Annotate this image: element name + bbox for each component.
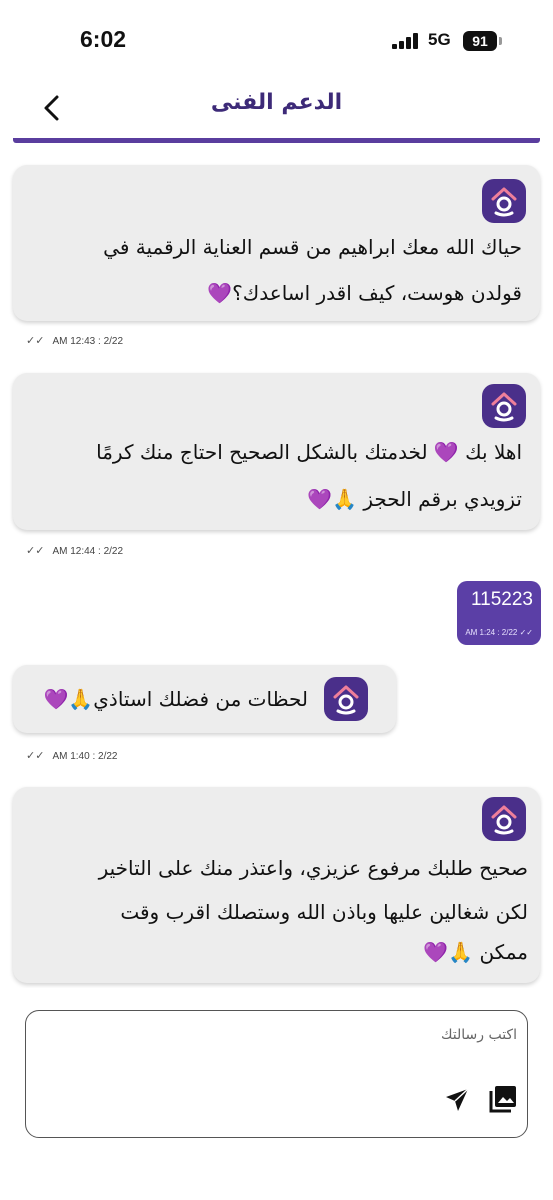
house-logo-icon: [491, 392, 517, 422]
network-label: 5G: [428, 30, 451, 49]
message-text: حياك الله معك ابراهيم من قسم العناية الر…: [103, 235, 522, 259]
avatar: [482, 384, 526, 428]
message-text: صحيح طلبك مرفوع عزيزي، واعتذر منك على ال…: [98, 856, 528, 880]
status-bar: 6:02 5G 91: [0, 0, 553, 80]
avatar: [324, 677, 368, 721]
message-text: قولدن هوست، كيف اقدر اساعدك؟💜: [207, 281, 522, 305]
send-button[interactable]: [442, 1085, 472, 1115]
battery-tip: [499, 37, 502, 45]
image-icon: [489, 1086, 516, 1113]
battery-icon: 91: [463, 31, 497, 51]
double-check-icon: ✓✓: [26, 750, 45, 762]
sent-message-bubble: 115223 AM 1:24 : 2/22 ✓✓: [457, 581, 541, 645]
double-check-icon: ✓✓: [26, 545, 45, 557]
message-input[interactable]: [40, 1025, 519, 1079]
page-title: الدعم الفنى: [210, 90, 343, 115]
message-bubble: اهلا بك 💜 لخدمتك بالشكل الصحيح احتاج منك…: [13, 373, 540, 530]
send-icon: [446, 1088, 469, 1111]
message-meta: ✓✓ AM 1:40 : 2/22: [26, 750, 118, 762]
message-bubble: صحيح طلبك مرفوع عزيزي، واعتذر منك على ال…: [13, 787, 540, 983]
attach-image-button[interactable]: [488, 1084, 518, 1114]
house-logo-icon: [333, 685, 359, 715]
message-bubble: لحظات من فضلك استاذي🙏💜: [13, 665, 396, 733]
header: الدعم الفنى: [0, 80, 553, 138]
message-meta: ✓✓ AM 12:44 : 2/22: [26, 545, 124, 557]
avatar: [482, 797, 526, 841]
message-bubble: حياك الله معك ابراهيم من قسم العناية الر…: [13, 165, 540, 321]
message-meta: ✓✓ AM 12:43 : 2/22: [26, 335, 124, 347]
house-logo-icon: [491, 805, 517, 835]
message-composer: [25, 1010, 528, 1138]
double-check-icon: ✓✓: [519, 628, 533, 637]
house-logo-icon: [491, 187, 517, 217]
message-meta: AM 1:24 : 2/22 ✓✓: [465, 628, 533, 637]
avatar: [482, 179, 526, 223]
message-text: اهلا بك 💜 لخدمتك بالشكل الصحيح احتاج منك…: [96, 440, 522, 464]
chat-area[interactable]: حياك الله معك ابراهيم من قسم العناية الر…: [0, 143, 553, 988]
message-text: لحظات من فضلك استاذي🙏💜: [43, 687, 308, 711]
status-time: 6:02: [80, 26, 127, 52]
signal-icon: [392, 33, 420, 49]
message-text: ممكن 🙏💜: [423, 940, 528, 964]
message-text: لكن شغالين عليها وباذن الله وستصلك اقرب …: [120, 900, 528, 924]
message-text: تزويدي برقم الحجز 🙏💜: [307, 487, 522, 511]
double-check-icon: ✓✓: [26, 335, 45, 347]
message-text: 115223: [471, 589, 533, 610]
